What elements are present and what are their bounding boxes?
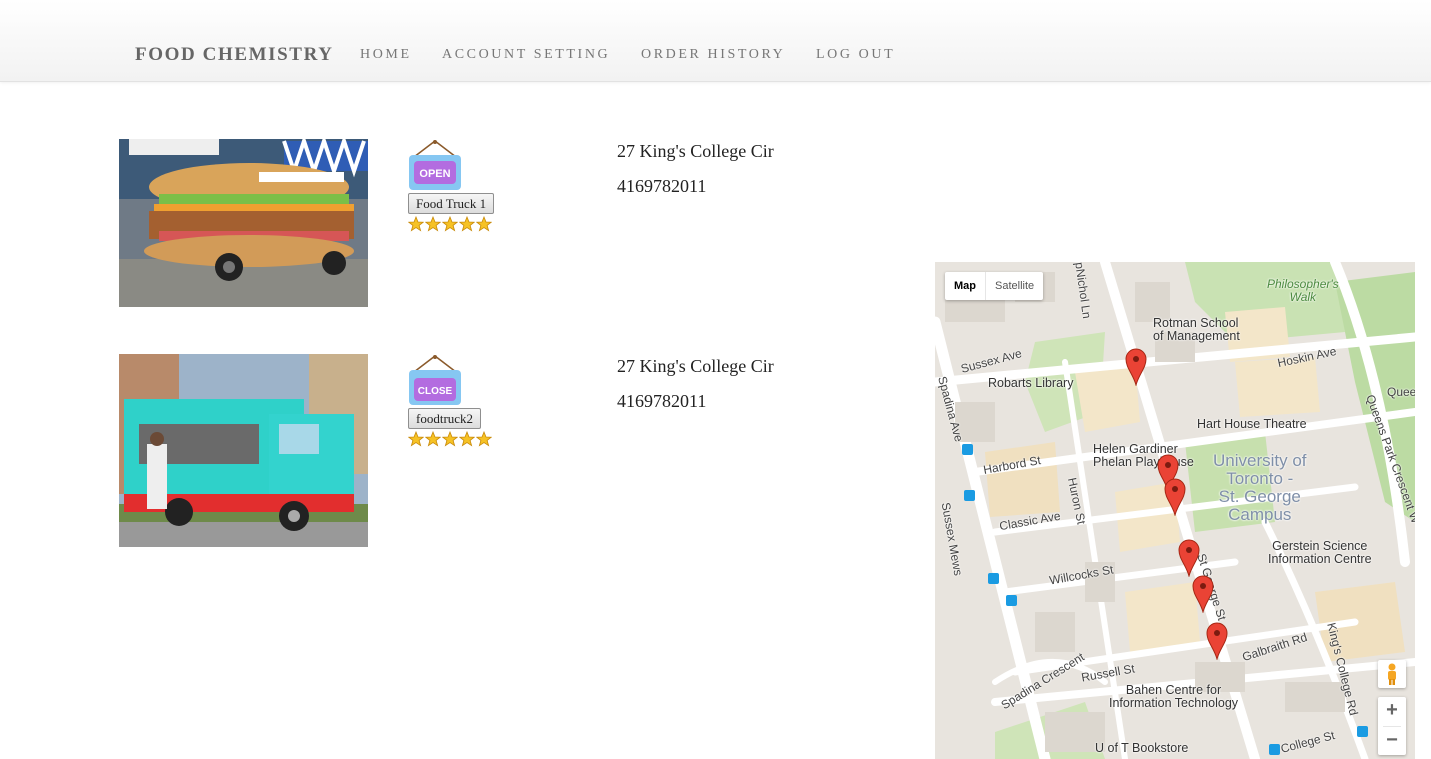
google-map[interactable]: Rotman School of Management Robarts Libra… xyxy=(935,262,1415,759)
brand-logo[interactable]: FOOD CHEMISTRY xyxy=(135,44,334,66)
map-type-satellite-button[interactable]: Satellite xyxy=(985,272,1043,300)
star-icon xyxy=(408,431,424,447)
zoom-in-button[interactable]: + xyxy=(1378,697,1406,726)
food-truck-1-rating xyxy=(408,216,492,232)
star-icon xyxy=(459,216,475,232)
map-marker-pin[interactable] xyxy=(1192,575,1214,613)
map-label-bookstore: U of T Bookstore xyxy=(1095,741,1189,755)
nav-account-setting-link[interactable]: ACCOUNT SETTING xyxy=(442,47,610,63)
nav-order-history-link[interactable]: ORDER HISTORY xyxy=(641,47,785,63)
food-truck-1-button[interactable]: Food Truck 1 xyxy=(408,193,495,214)
food-truck-1-photo xyxy=(119,139,368,307)
map-marker-pin[interactable] xyxy=(1164,478,1186,516)
map-label-hart-house: Hart House Theatre xyxy=(1197,417,1307,431)
food-truck-2-button[interactable]: foodtruck2 xyxy=(408,408,482,429)
nav-logout-link[interactable]: LOG OUT xyxy=(816,47,895,63)
top-navbar: FOOD CHEMISTRY HOME ACCOUNT SETTING ORDE… xyxy=(0,0,1431,82)
map-type-control: Map Satellite xyxy=(945,272,1044,300)
closed-sign-text: CLOSE xyxy=(418,386,453,397)
star-icon xyxy=(442,431,458,447)
map-label-queens: Quee xyxy=(1387,385,1415,399)
map-type-map-button[interactable]: Map xyxy=(945,272,985,300)
open-sign-icon: OPEN xyxy=(409,140,461,190)
map-label-rotman: Rotman School of Management xyxy=(1153,316,1240,343)
nav-home-link[interactable]: HOME xyxy=(360,47,412,63)
star-icon xyxy=(408,216,424,232)
food-truck-2-photo xyxy=(119,354,368,547)
closed-sign-icon: CLOSE xyxy=(409,355,461,405)
street-view-pegman-icon[interactable] xyxy=(1378,660,1406,688)
map-label-campus: University of Toronto - St. George Campus xyxy=(1213,451,1307,524)
map-label-bahen: Bahen Centre for Information Technology xyxy=(1109,683,1239,710)
map-label-robarts: Robarts Library xyxy=(988,376,1074,390)
zoom-out-button[interactable]: − xyxy=(1378,727,1406,756)
food-truck-1-address: 27 King's College Cir xyxy=(617,141,774,161)
star-icon xyxy=(425,431,441,447)
zoom-control: + − xyxy=(1378,697,1406,755)
food-truck-2-phone: 4169782011 xyxy=(617,391,707,411)
map-marker-pin[interactable] xyxy=(1178,539,1200,577)
map-label-gerstein: Gerstein Science Information Centre xyxy=(1268,539,1372,566)
food-truck-2-rating xyxy=(408,431,492,447)
star-icon xyxy=(459,431,475,447)
map-label-philosophers-walk: Philosopher's Walk xyxy=(1267,277,1339,304)
star-icon xyxy=(476,431,492,447)
map-marker-pin[interactable] xyxy=(1206,622,1228,660)
star-icon xyxy=(442,216,458,232)
open-sign-text: OPEN xyxy=(419,168,450,180)
star-icon xyxy=(425,216,441,232)
food-truck-1-phone: 4169782011 xyxy=(617,176,707,196)
star-icon xyxy=(476,216,492,232)
map-marker-pin[interactable] xyxy=(1125,348,1147,386)
food-truck-2-address: 27 King's College Cir xyxy=(617,356,774,376)
